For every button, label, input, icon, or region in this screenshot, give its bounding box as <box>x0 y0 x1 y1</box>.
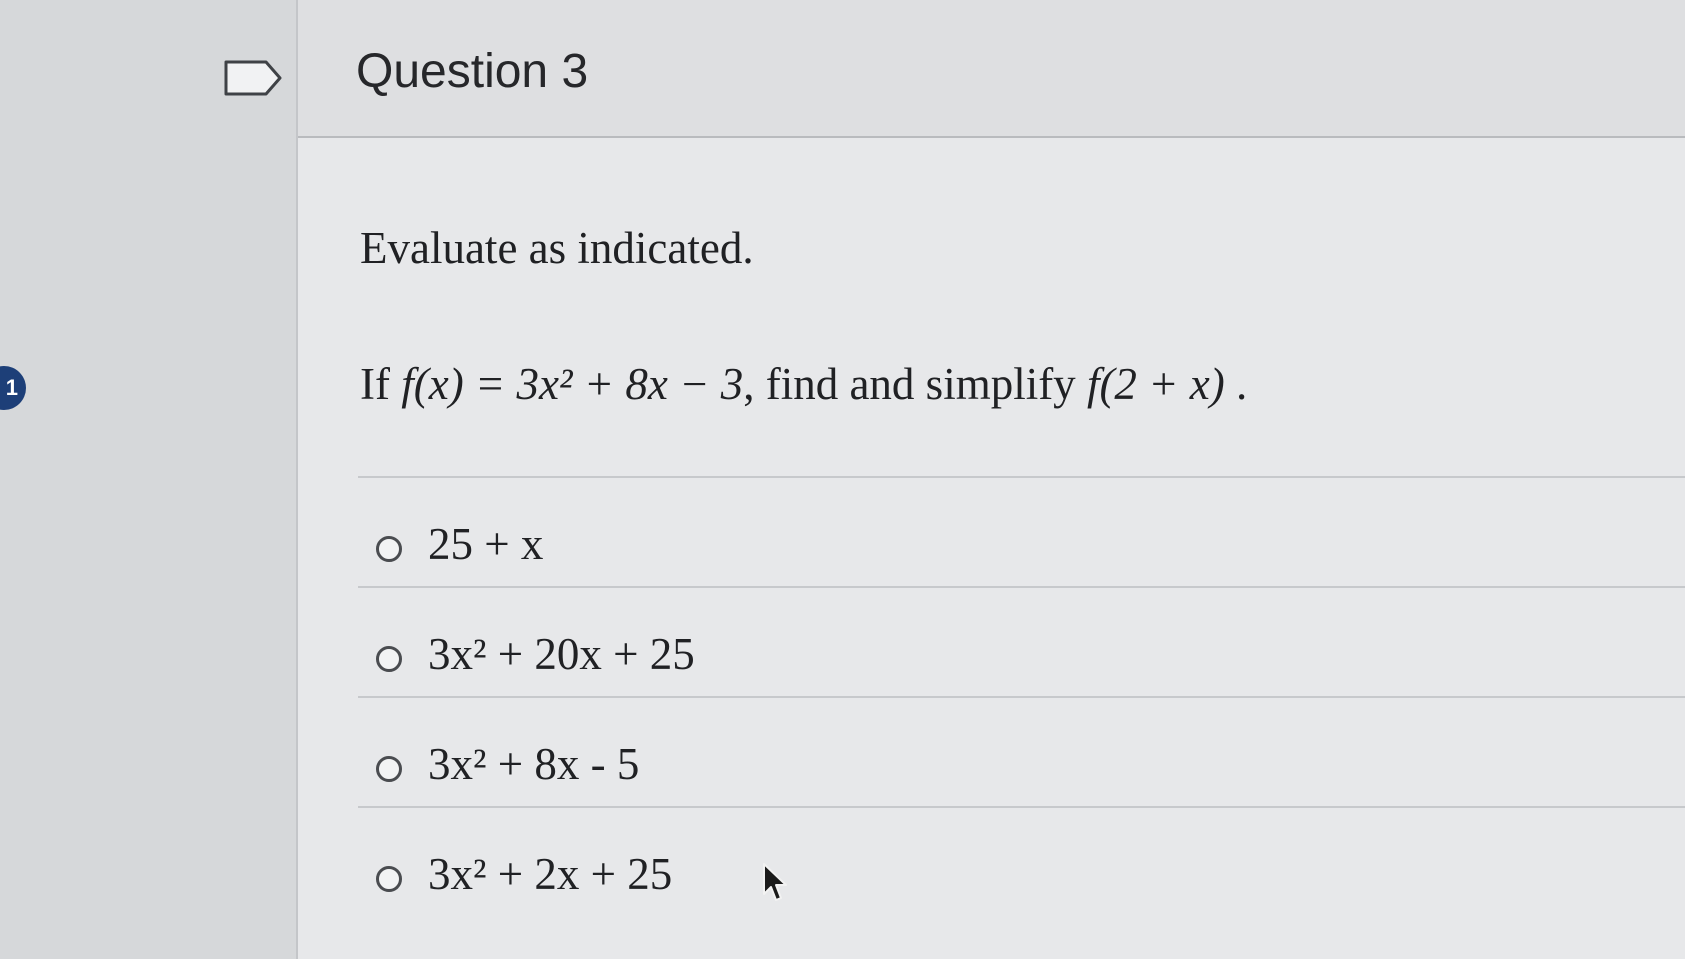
answer-option-3[interactable]: 3x² + 8x - 5 <box>358 696 1685 806</box>
prompt-target: f(2 + x) <box>1086 359 1225 409</box>
answer-options: 25 + x 3x² + 20x + 25 3x² + 8x - 5 3x² +… <box>358 476 1685 916</box>
radio-button[interactable] <box>376 536 402 562</box>
question-card: Question 3 Evaluate as indicated. If f(x… <box>296 0 1685 959</box>
answer-option-label: 25 + x <box>428 519 544 569</box>
answer-option-4[interactable]: 3x² + 2x + 25 <box>358 806 1685 916</box>
radio-button[interactable] <box>376 646 402 672</box>
answer-option-1[interactable]: 25 + x <box>358 476 1685 586</box>
answer-option-label: 3x² + 20x + 25 <box>428 629 695 679</box>
answer-option-label: 3x² + 8x - 5 <box>428 739 640 789</box>
question-prompt: If f(x) = 3x² + 8x − 3, find and simplif… <box>360 358 1247 410</box>
answer-option-2[interactable]: 3x² + 20x + 25 <box>358 586 1685 696</box>
question-number-badge[interactable]: 1 <box>0 366 26 410</box>
prompt-function: f(x) = 3x² + 8x − 3 <box>401 359 744 409</box>
question-instruction: Evaluate as indicated. <box>360 223 754 273</box>
question-header: Question 3 <box>298 0 1685 138</box>
prompt-lead: If <box>360 359 402 409</box>
prompt-middle: , find and simplify <box>743 359 1087 409</box>
radio-button[interactable] <box>376 866 402 892</box>
left-navigation-pane: 1 <box>0 0 312 959</box>
cursor-icon <box>763 863 787 901</box>
question-title: Question 3 <box>356 45 589 98</box>
flag-icon[interactable] <box>224 60 284 96</box>
prompt-end: . <box>1224 359 1248 409</box>
question-number-badge-label: 1 <box>5 375 18 400</box>
answer-option-label: 3x² + 2x + 25 <box>428 849 673 899</box>
radio-button[interactable] <box>376 756 402 782</box>
